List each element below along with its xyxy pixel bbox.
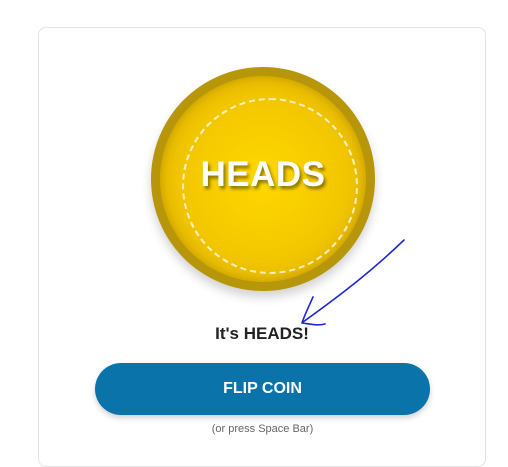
- keyboard-hint: (or press Space Bar): [211, 423, 314, 435]
- coin[interactable]: HEADS: [151, 67, 375, 291]
- flip-coin-button[interactable]: FLIP COIN: [95, 363, 430, 415]
- result-text: It's HEADS!: [215, 324, 309, 343]
- coin-face-label: HEADS: [200, 155, 326, 194]
